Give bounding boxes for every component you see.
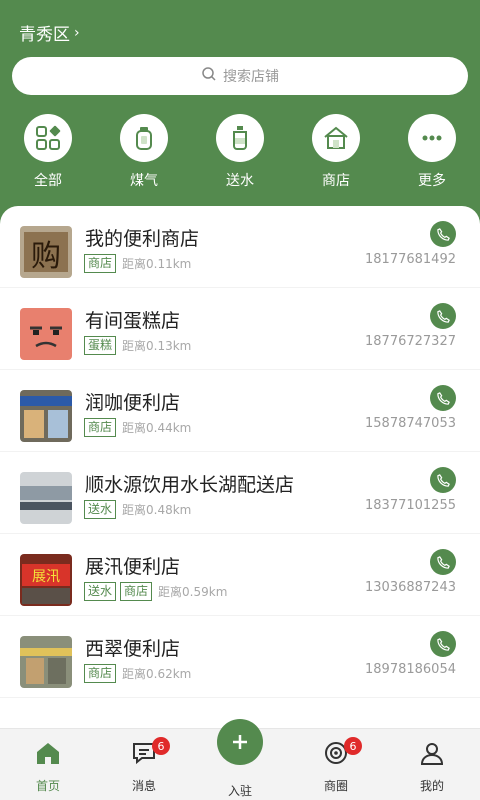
store-tag: 商店 [84, 418, 117, 437]
category-row: 全部 煤气 送水 商店 更多 [0, 114, 480, 190]
store-phone[interactable]: 18978186054 [360, 662, 456, 677]
plus-icon[interactable] [217, 719, 263, 765]
svg-text:购: 购 [31, 239, 61, 274]
svg-text:展汛: 展汛 [32, 569, 60, 585]
chevron-right-icon: › [74, 24, 80, 41]
tab-label: 我的 [419, 779, 444, 793]
store-tags: 送水 商店 距离0.59km [84, 582, 227, 601]
store-distance: 距离0.13km [122, 339, 192, 353]
category-label: 更多 [418, 173, 446, 189]
store-thumbnail: 购 [20, 226, 72, 278]
unread-badge: 6 [344, 737, 362, 755]
store-name: 顺水源饮用水长湖配送店 [85, 474, 295, 496]
store-list: 购 我的便利商店 商店 距离0.11km 18177681492 有间蛋糕店 蛋… [0, 206, 480, 728]
search-bar[interactable]: 搜索店铺 [12, 57, 468, 95]
phone-call-icon[interactable] [430, 549, 456, 575]
store-tag: 商店 [84, 254, 117, 273]
tab-join[interactable]: 入驻 [192, 719, 288, 800]
store-item[interactable]: 顺水源饮用水长湖配送店 送水 距离0.48km 18377101255 [0, 452, 480, 534]
user-icon [418, 739, 446, 771]
grid-icon [24, 114, 72, 162]
store-tag: 商店 [84, 664, 117, 683]
store-name: 我的便利商店 [85, 228, 200, 250]
store-name: 西翠便利店 [85, 638, 181, 660]
tab-home[interactable]: 首页 [0, 729, 96, 800]
store-item[interactable]: 西翠便利店 商店 距离0.62km 18978186054 [0, 616, 480, 698]
store-distance: 距离0.11km [122, 257, 192, 271]
tab-label: 首页 [35, 779, 60, 793]
home-icon [34, 739, 62, 771]
store-tags: 送水 距离0.48km [84, 500, 191, 519]
store-thumbnail: 展汛 [20, 554, 72, 606]
tab-label: 入驻 [227, 784, 252, 798]
store-name: 展汛便利店 [85, 556, 181, 578]
category-store[interactable]: 商店 [288, 114, 384, 190]
store-distance: 距离0.48km [122, 503, 192, 517]
store-tags: 商店 距离0.62km [84, 664, 191, 683]
store-tags: 蛋糕 距离0.13km [84, 336, 191, 355]
phone-call-icon[interactable] [430, 303, 456, 329]
bottom-tab-bar: 首页 6 消息 入驻 6 商圈 我的 [0, 719, 480, 800]
water-bucket-icon [216, 114, 264, 162]
store-distance: 距离0.44km [122, 421, 192, 435]
store-phone[interactable]: 13036887243 [360, 580, 456, 595]
store-distance: 距离0.62km [122, 667, 192, 681]
tab-circle[interactable]: 6 商圈 [288, 729, 384, 800]
phone-call-icon[interactable] [430, 467, 456, 493]
store-icon [312, 114, 360, 162]
store-item[interactable]: 有间蛋糕店 蛋糕 距离0.13km 18776727327 [0, 288, 480, 370]
category-label: 煤气 [130, 173, 158, 189]
store-tag: 商店 [120, 582, 153, 601]
store-item[interactable]: 购 我的便利商店 商店 距离0.11km 18177681492 [0, 206, 480, 288]
category-label: 送水 [226, 173, 254, 189]
tab-profile[interactable]: 我的 [384, 729, 480, 800]
header: 青秀区 › 搜索店铺 全部 煤气 送水 商店 更多 [0, 0, 480, 240]
category-water[interactable]: 送水 [192, 114, 288, 190]
category-more[interactable]: 更多 [384, 114, 480, 190]
store-tag: 送水 [84, 500, 117, 519]
store-tag: 送水 [84, 582, 117, 601]
more-icon [408, 114, 456, 162]
search-icon [201, 66, 217, 86]
store-thumbnail [20, 308, 72, 360]
gas-cylinder-icon [120, 114, 168, 162]
store-thumbnail [20, 636, 72, 688]
store-name: 润咖便利店 [85, 392, 181, 414]
store-distance: 距离0.59km [158, 585, 228, 599]
store-tags: 商店 距离0.11km [84, 254, 191, 273]
location-label: 青秀区 [19, 25, 70, 45]
category-label: 商店 [322, 173, 350, 189]
category-label: 全部 [34, 173, 62, 189]
unread-badge: 6 [152, 737, 170, 755]
category-gas[interactable]: 煤气 [96, 114, 192, 190]
store-phone[interactable]: 18776727327 [360, 334, 456, 349]
store-name: 有间蛋糕店 [85, 310, 181, 332]
store-tag: 蛋糕 [84, 336, 117, 355]
phone-call-icon[interactable] [430, 631, 456, 657]
search-placeholder: 搜索店铺 [223, 69, 279, 85]
store-item[interactable]: 展汛 展汛便利店 送水 商店 距离0.59km 13036887243 [0, 534, 480, 616]
tab-label: 商圈 [323, 779, 348, 793]
store-thumbnail [20, 472, 72, 524]
store-item[interactable]: 润咖便利店 商店 距离0.44km 15878747053 [0, 370, 480, 452]
category-all[interactable]: 全部 [0, 114, 96, 190]
store-phone[interactable]: 15878747053 [360, 416, 456, 431]
store-thumbnail [20, 390, 72, 442]
location-selector[interactable]: 青秀区 › [19, 20, 80, 46]
store-phone[interactable]: 18177681492 [360, 252, 456, 267]
tab-messages[interactable]: 6 消息 [96, 729, 192, 800]
tab-label: 消息 [131, 779, 156, 793]
phone-call-icon[interactable] [430, 221, 456, 247]
store-tags: 商店 距离0.44km [84, 418, 191, 437]
store-phone[interactable]: 18377101255 [360, 498, 456, 513]
phone-call-icon[interactable] [430, 385, 456, 411]
